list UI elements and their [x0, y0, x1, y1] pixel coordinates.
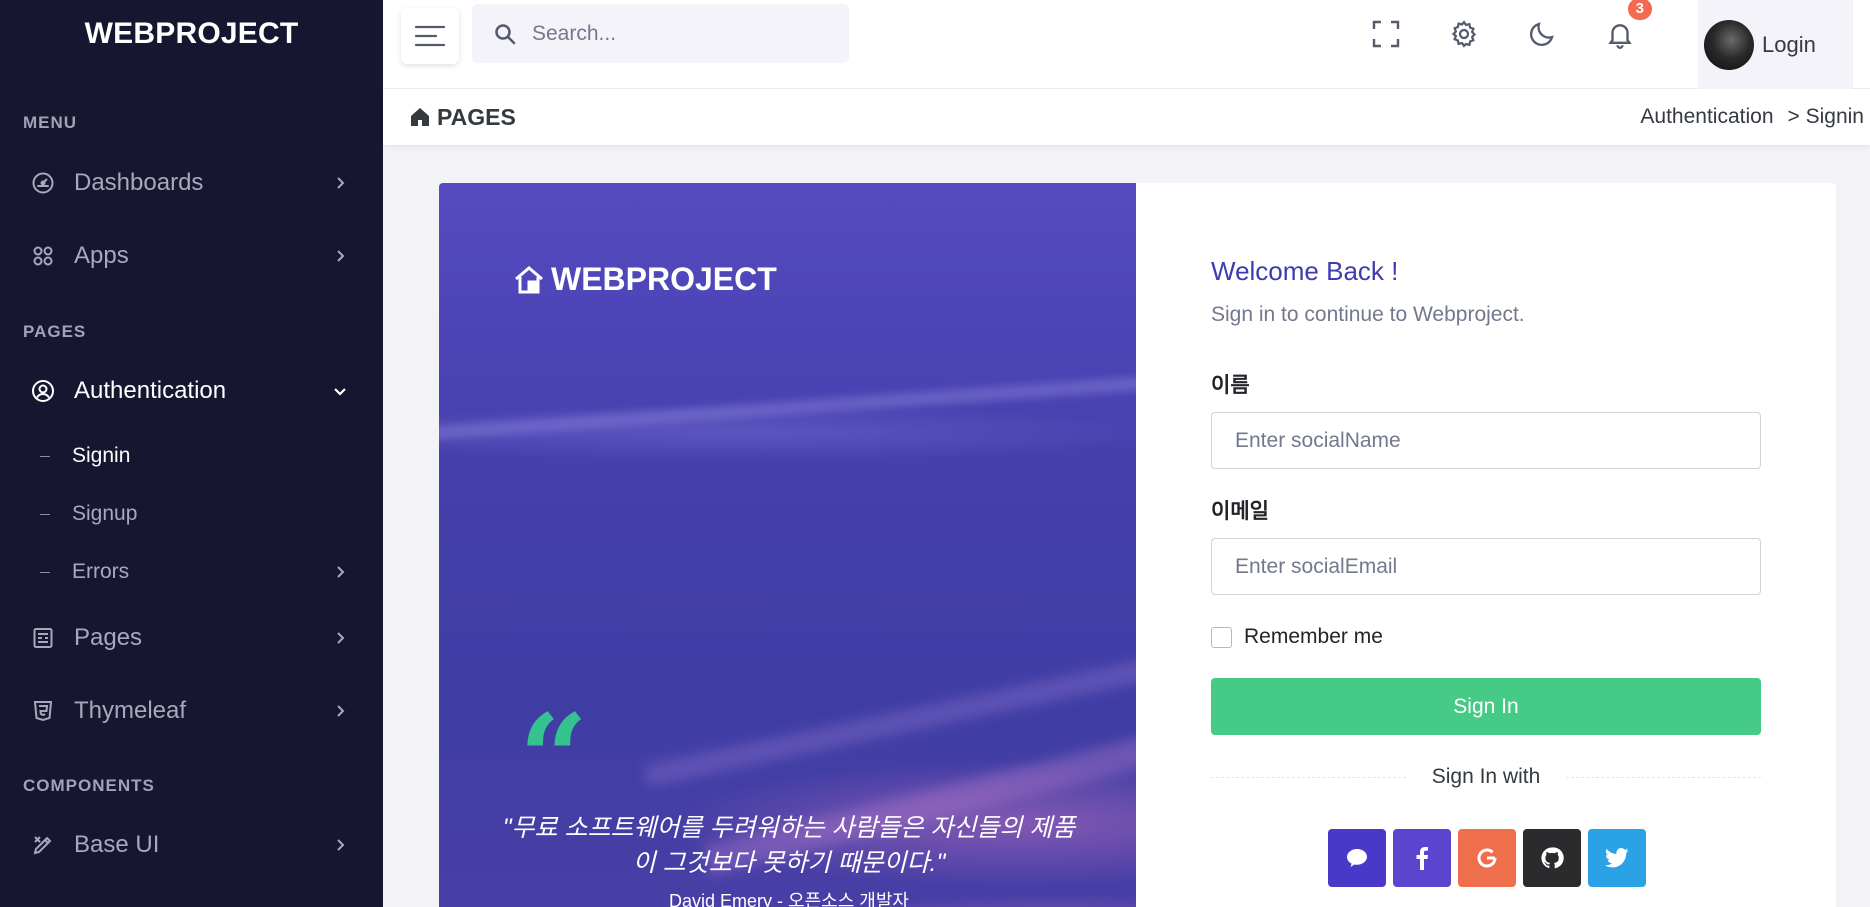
signin-card: WEBPROJECT “ "무료 소프트웨어를 두려워하는 사람들은 자신들의 …	[439, 183, 1836, 907]
sidebar-subitem-errors[interactable]: Errors	[0, 543, 383, 601]
hamburger-icon	[414, 25, 446, 47]
hero-streak	[439, 373, 1136, 443]
notifications-button[interactable]: 3	[1600, 0, 1652, 54]
user-label: Login	[1762, 31, 1816, 57]
topbar: 3 Login	[383, 0, 1870, 89]
email-field[interactable]	[1211, 538, 1761, 595]
search-input[interactable]	[532, 21, 822, 46]
user-menu[interactable]: Login	[1698, 0, 1853, 89]
sidebar-item-label: Thymeleaf	[74, 696, 187, 724]
facebook-icon	[1416, 847, 1428, 870]
fullscreen-icon	[1372, 20, 1400, 48]
sidebar-subitem-signup[interactable]: Signup	[0, 485, 383, 543]
gear-icon	[1451, 20, 1477, 48]
sidebar-item-base-ui[interactable]: Base UI	[0, 808, 383, 881]
sidebar-item-label: Apps	[74, 241, 129, 269]
sidebar-item-label: Pages	[74, 623, 143, 651]
settings-button[interactable]	[1444, 14, 1484, 54]
hero-brand-text: WEBPROJECT	[551, 261, 777, 297]
name-field[interactable]	[1211, 412, 1761, 469]
welcome-heading: Welcome Back !	[1211, 256, 1399, 286]
pages-section-title: PAGES	[23, 322, 87, 341]
quote-mark-icon: “	[519, 688, 589, 829]
dash-marker	[40, 571, 50, 573]
sign-in-with-divider: Sign In with	[1211, 765, 1761, 789]
menu-section-title: MENU	[23, 113, 78, 132]
search-box	[472, 4, 849, 63]
home-icon	[409, 106, 431, 128]
welcome-subtitle: Sign in to continue to Webproject.	[1211, 303, 1525, 326]
document-icon	[30, 625, 56, 651]
sidebar-item-thymeleaf[interactable]: Thymeleaf	[0, 674, 383, 747]
quote-text: "무료 소프트웨어를 두려워하는 사람들은 자신들의 제품이 그것보다 못하기 …	[502, 814, 1076, 877]
sidebar-item-authentication[interactable]: Authentication	[0, 354, 383, 427]
dash-marker	[40, 513, 50, 515]
sidebar-item-label: Base UI	[74, 830, 160, 858]
social-login-buttons	[1328, 829, 1761, 887]
moon-icon	[1529, 22, 1554, 47]
chevron-right-icon	[337, 176, 345, 189]
google-icon	[1477, 848, 1497, 868]
sidebar-logo[interactable]: WEBPROJECT	[0, 0, 383, 68]
bell-icon	[1608, 24, 1632, 49]
chevron-right-icon	[337, 566, 345, 578]
page-title: PAGES	[409, 104, 516, 131]
twitter-icon	[1605, 848, 1629, 868]
sidebar-item-label: Authentication	[74, 376, 227, 404]
breadcrumb: Authentication > Signin	[1640, 105, 1864, 129]
sidebar-item-label: Dashboards	[74, 168, 204, 196]
breadcrumb-current: > Signin	[1787, 105, 1864, 128]
quote-author: David Emery - 오픈소스 개발자	[669, 891, 909, 907]
twitter-login-button[interactable]	[1588, 829, 1646, 887]
hero-image-panel: WEBPROJECT “ "무료 소프트웨어를 두려워하는 사람들은 자신들의 …	[439, 183, 1136, 907]
user-circle-icon	[30, 378, 56, 404]
signin-form: Welcome Back ! Sign in to continue to We…	[1211, 183, 1761, 887]
kakao-login-button[interactable]	[1328, 829, 1386, 887]
page-title-bar: PAGES Authentication > Signin	[383, 89, 1870, 145]
html5-icon	[30, 698, 56, 724]
sidebar-subitem-label: Signup	[72, 502, 138, 525]
sidebar-item-dashboards[interactable]: Dashboards	[0, 146, 383, 219]
sidebar: WEBPROJECT MENU Dashboards Apps PAGES Au…	[0, 0, 383, 907]
sign-in-button[interactable]: Sign In	[1211, 678, 1761, 735]
sign-in-with-label: Sign In with	[1431, 765, 1541, 788]
avatar	[1704, 19, 1754, 70]
page-title-text: PAGES	[437, 103, 516, 130]
dark-mode-toggle[interactable]	[1522, 14, 1562, 54]
chevron-down-icon	[334, 387, 346, 396]
sidebar-subitem-label: Errors	[72, 560, 130, 583]
email-label: 이메일	[1211, 500, 1269, 523]
github-login-button[interactable]	[1523, 829, 1581, 887]
name-label: 이름	[1211, 374, 1250, 397]
home-icon	[513, 265, 545, 295]
gauge-icon	[30, 170, 56, 196]
grid-icon	[30, 243, 56, 269]
notification-badge: 3	[1627, 0, 1652, 20]
sidebar-item-pages[interactable]: Pages	[0, 601, 383, 674]
chevron-right-icon	[337, 631, 345, 644]
facebook-login-button[interactable]	[1393, 829, 1451, 887]
dash-marker	[40, 455, 50, 457]
sidebar-subitem-signin[interactable]: Signin	[0, 427, 383, 485]
chevron-right-icon	[337, 704, 345, 717]
components-section-title: COMPONENTS	[23, 776, 155, 795]
fullscreen-button[interactable]	[1366, 14, 1406, 54]
remember-me-label[interactable]: Remember me	[1244, 625, 1383, 649]
chat-bubble-icon	[1347, 849, 1367, 867]
hero-logo[interactable]: WEBPROJECT	[513, 261, 777, 298]
remember-me-checkbox[interactable]	[1211, 626, 1232, 648]
menu-toggle-button[interactable]	[401, 8, 459, 64]
chevron-right-icon	[337, 249, 345, 262]
github-icon	[1541, 847, 1564, 869]
search-icon	[495, 23, 516, 44]
chevron-right-icon	[337, 838, 345, 851]
breadcrumb-link-authentication[interactable]: Authentication	[1640, 105, 1773, 129]
sidebar-subitem-label: Signin	[72, 444, 131, 467]
google-login-button[interactable]	[1458, 829, 1516, 887]
sidebar-item-apps[interactable]: Apps	[0, 219, 383, 292]
remember-me-row: Remember me	[1211, 625, 1761, 649]
pencil-ruler-icon	[30, 832, 56, 858]
